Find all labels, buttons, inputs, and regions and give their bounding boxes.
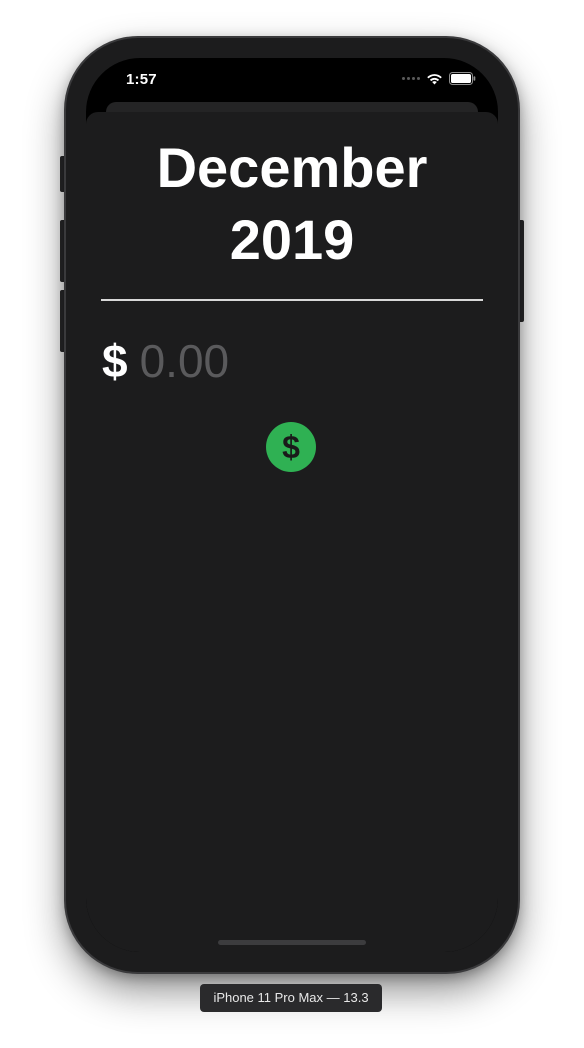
status-time: 1:57 — [126, 71, 157, 88]
month-title-line: 2019 — [229, 208, 355, 271]
simulator-device-label: iPhone 11 Pro Max — 13.3 — [200, 984, 382, 1012]
dollar-icon: $ — [282, 429, 300, 465]
home-indicator[interactable] — [218, 940, 366, 945]
add-amount-button[interactable]: $ — [266, 422, 316, 472]
wifi-icon — [427, 73, 442, 84]
power-button — [518, 220, 524, 322]
status-icons — [402, 72, 476, 85]
phone-screen: 1:57 December 2019 $ 0.00 $ — [86, 58, 498, 952]
month-title-line: December — [156, 136, 428, 199]
simulator-stage: 1:57 December 2019 $ 0.00 $ iPhone 11 Pr… — [0, 0, 584, 1048]
amount-input[interactable] — [139, 334, 380, 388]
cellular-signal-icon — [402, 77, 420, 80]
amount-row: $ — [102, 334, 380, 388]
title-divider — [101, 299, 483, 301]
modal-sheet: December 2019 $ $ — [86, 112, 498, 952]
notch — [186, 58, 398, 88]
battery-icon — [449, 72, 476, 85]
month-title: December 2019 — [86, 132, 498, 276]
currency-symbol: $ — [102, 335, 128, 387]
